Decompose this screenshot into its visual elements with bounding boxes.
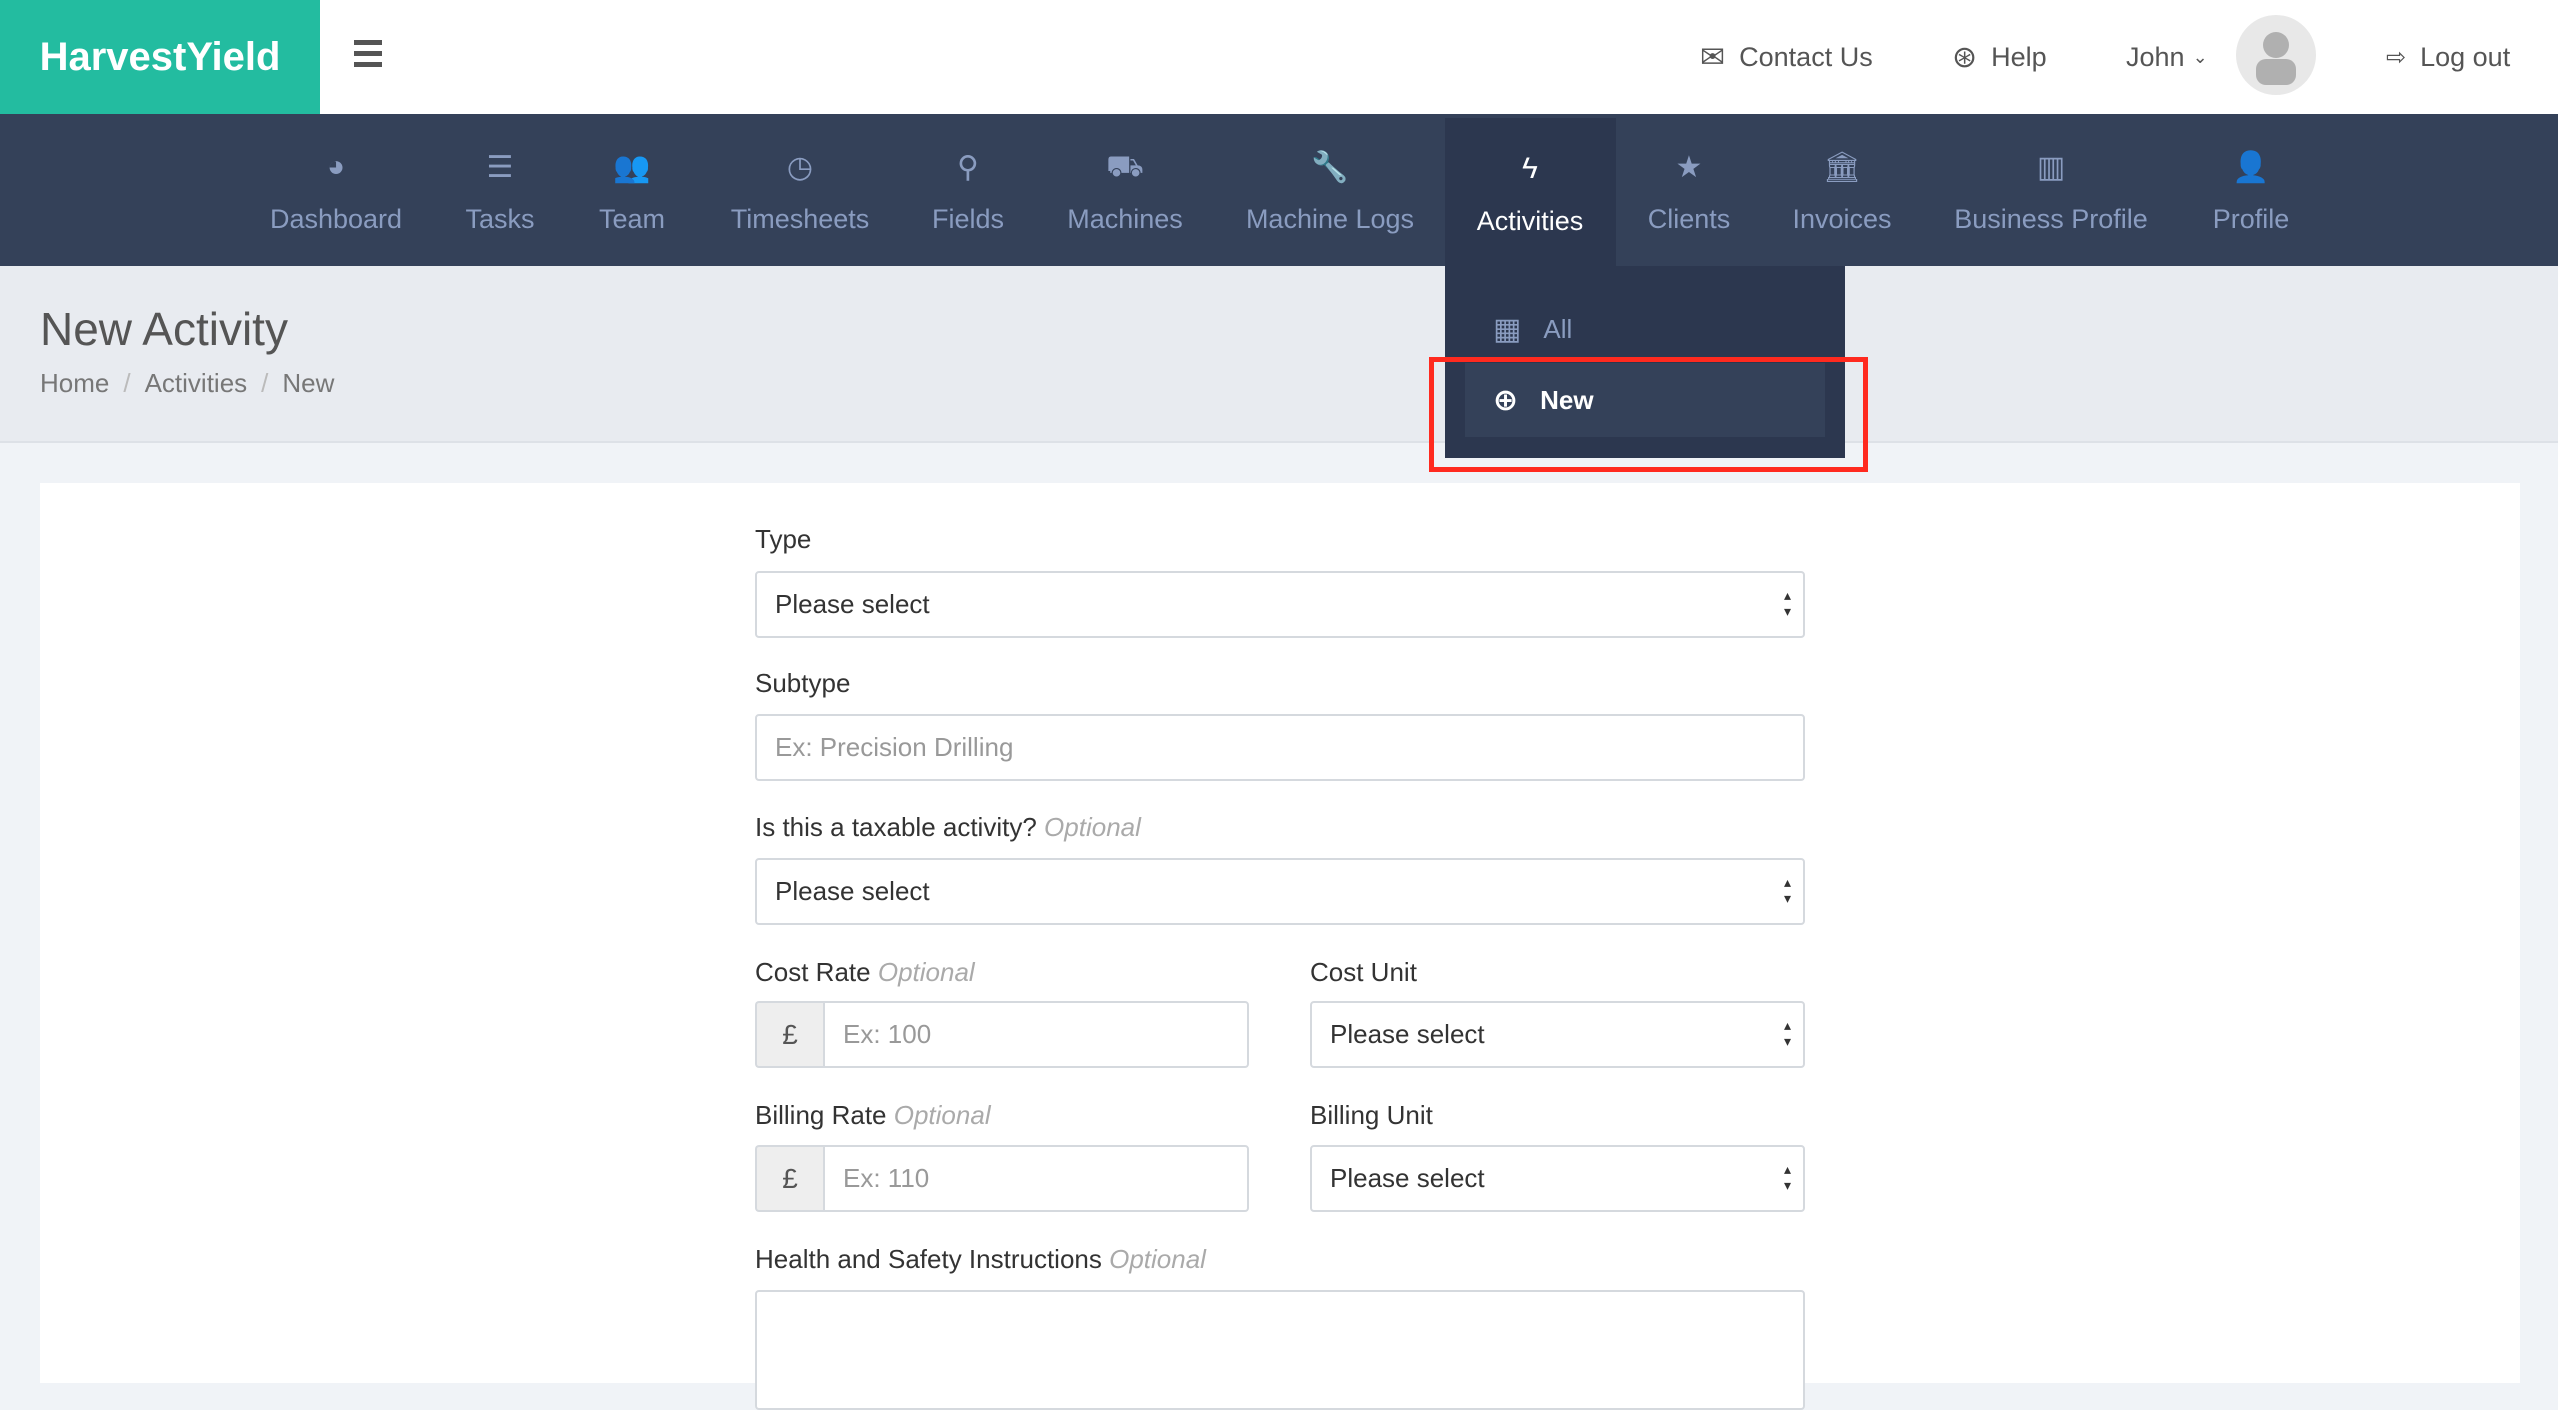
taxable-label: Is this a taxable activity? Optional xyxy=(755,812,1141,842)
nav-item-machines[interactable]: ⛟ Machines xyxy=(1046,114,1204,266)
nav-item-machine-logs[interactable]: 🔧 Machine Logs xyxy=(1219,114,1441,266)
nav-label: Activities xyxy=(1476,205,1584,236)
billing-unit-select[interactable]: Please select xyxy=(1310,1145,1805,1212)
contact-us-link[interactable]: ✉ Contact Us xyxy=(1700,0,1873,114)
bolt-icon: ϟ xyxy=(1522,151,1538,185)
hamburger-menu-icon[interactable] xyxy=(354,40,382,72)
nav-label: Machine Logs xyxy=(1245,203,1415,234)
hs-textarea[interactable] xyxy=(755,1290,1805,1410)
hs-label: Health and Safety Instructions Optional xyxy=(755,1244,1206,1274)
type-select[interactable]: Please select xyxy=(755,571,1805,638)
currency-addon: £ xyxy=(755,1001,823,1068)
avatar[interactable] xyxy=(2236,15,2316,95)
building-icon: ▥ xyxy=(2036,150,2066,184)
nav-item-profile[interactable]: 👤 Profile xyxy=(2180,114,2322,266)
dropdown-item-all[interactable]: ▦ All xyxy=(1465,292,1825,366)
page-header xyxy=(0,266,2558,443)
breadcrumb-home[interactable]: Home xyxy=(40,368,109,398)
billing-unit-label: Billing Unit xyxy=(1310,1100,1433,1130)
taxable-select[interactable]: Please select xyxy=(755,858,1805,925)
users-icon: 👥 xyxy=(613,150,651,184)
list-icon: ☰ xyxy=(486,150,514,184)
nav-item-dashboard[interactable]: ◕ Dashboard xyxy=(249,114,423,266)
subtype-label: Subtype xyxy=(755,668,851,698)
nav-label: Business Profile xyxy=(1954,203,2148,234)
nav-item-invoices[interactable]: 🏛 Invoices xyxy=(1763,114,1921,266)
bank-icon: 🏛 xyxy=(1822,150,1862,184)
logout-link[interactable]: ⇨ Log out xyxy=(2386,0,2510,114)
nav-label: Invoices xyxy=(1792,203,1892,234)
dashboard-icon: ◕ xyxy=(326,149,346,183)
envelope-icon: ✉ xyxy=(1700,40,1726,74)
star-icon: ★ xyxy=(1675,150,1703,184)
page-title: New Activity xyxy=(40,303,288,355)
breadcrumb: Home / Activities / New xyxy=(40,368,335,398)
type-label: Type xyxy=(755,524,812,554)
cost-unit-label: Cost Unit xyxy=(1310,957,1417,987)
cost-rate-label: Cost Rate Optional xyxy=(755,957,975,987)
nav-label: Clients xyxy=(1647,203,1731,234)
user-menu[interactable]: John ⌄ xyxy=(2126,0,2208,114)
nav-label: Timesheets xyxy=(730,203,870,234)
currency-addon: £ xyxy=(755,1145,823,1212)
highlight-box xyxy=(1429,357,1868,472)
billing-rate-input[interactable]: Ex: 110 xyxy=(823,1145,1249,1212)
breadcrumb-current: New xyxy=(282,368,335,398)
truck-icon: ⛟ xyxy=(1106,149,1144,183)
brand-logo[interactable]: HarvestYield xyxy=(0,0,320,114)
nav-label: Machines xyxy=(1067,203,1183,234)
nav-label: Dashboard xyxy=(269,203,403,234)
map-marker-icon: ⚲ xyxy=(957,150,979,184)
nav-label: Profile xyxy=(2212,203,2290,234)
nav-item-activities[interactable]: ϟ Activities xyxy=(1444,118,1616,266)
nav-item-business-profile[interactable]: ▥ Business Profile xyxy=(1908,114,2194,266)
cost-unit-select[interactable]: Please select xyxy=(1310,1001,1805,1068)
nav-item-tasks[interactable]: ☰ Tasks xyxy=(440,114,560,266)
life-ring-icon: ⊛ xyxy=(1952,40,1978,74)
nav-label: Team xyxy=(598,203,666,234)
cost-rate-input[interactable]: Ex: 100 xyxy=(823,1001,1249,1068)
nav-item-team[interactable]: 👥 Team xyxy=(572,114,692,266)
nav-item-timesheets[interactable]: ◷ Timesheets xyxy=(705,114,895,266)
breadcrumb-activities[interactable]: Activities xyxy=(145,368,248,398)
nav-item-clients[interactable]: ★ Clients xyxy=(1618,114,1760,266)
nav-label: Fields xyxy=(931,203,1005,234)
clock-icon: ◷ xyxy=(786,150,814,184)
sign-out-icon: ⇨ xyxy=(2386,43,2407,71)
user-icon: 👤 xyxy=(2232,150,2270,184)
billing-rate-label: Billing Rate Optional xyxy=(755,1100,991,1130)
subtype-input[interactable]: Ex: Precision Drilling xyxy=(755,714,1805,781)
nav-item-fields[interactable]: ⚲ Fields xyxy=(905,114,1031,266)
wrench-icon: 🔧 xyxy=(1311,150,1349,184)
help-link[interactable]: ⊛ Help xyxy=(1952,0,2047,114)
chevron-down-icon: ⌄ xyxy=(2192,46,2208,67)
nav-label: Tasks xyxy=(465,203,535,234)
table-icon: ▦ xyxy=(1493,312,1522,346)
